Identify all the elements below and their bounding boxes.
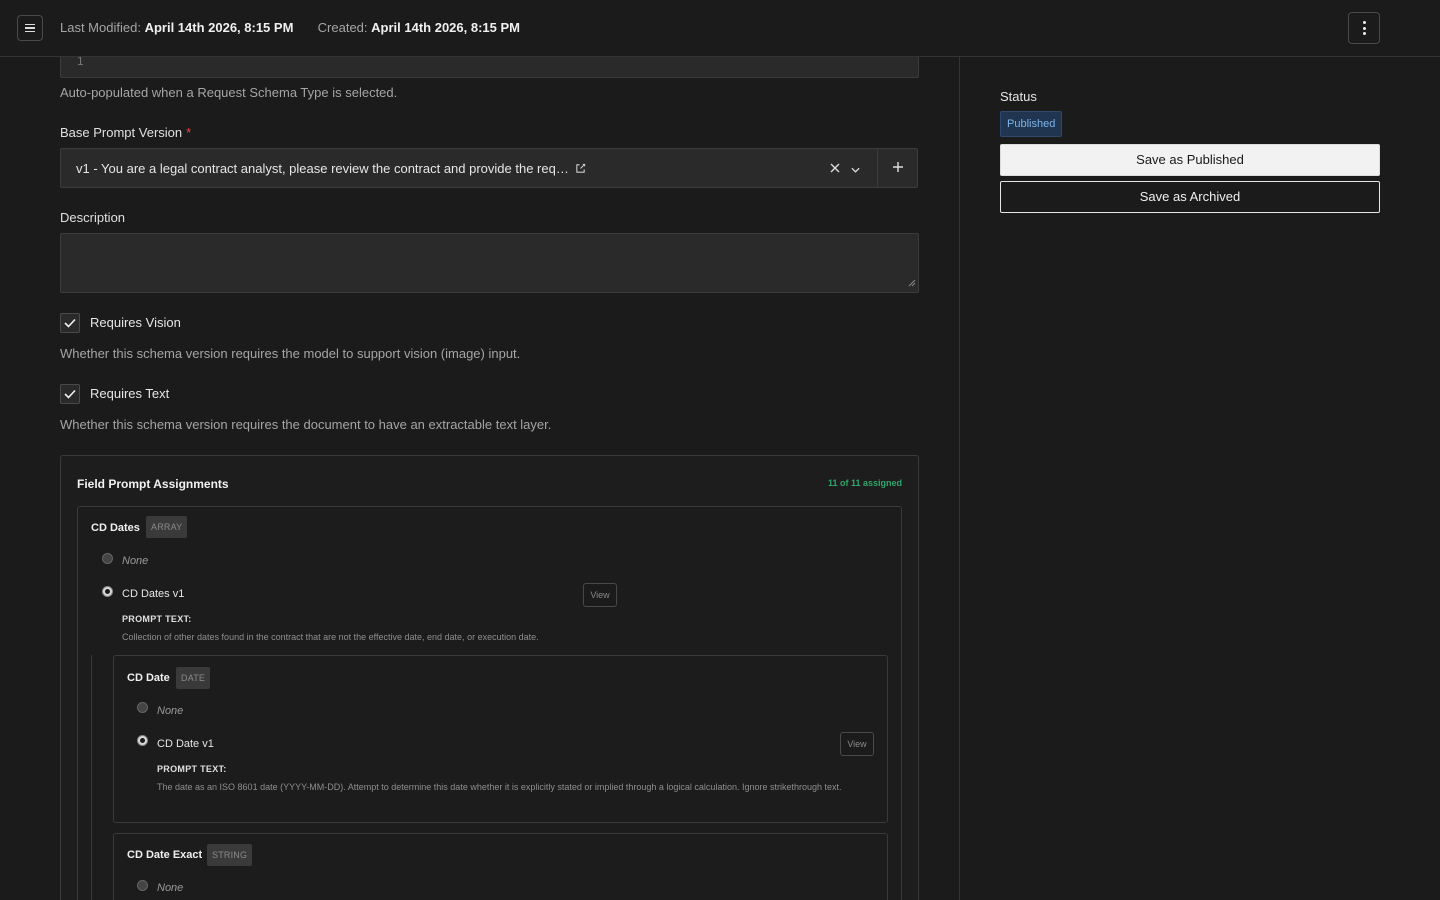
plus-icon <box>892 161 904 176</box>
field-name: CD Date <box>127 672 170 684</box>
resize-grip-icon[interactable] <box>908 275 916 290</box>
save-as-archived-button[interactable]: Save as Archived <box>1000 181 1380 213</box>
checkmark-icon <box>64 387 76 402</box>
save-as-published-button[interactable]: Save as Published <box>1000 144 1380 176</box>
status-badge: Published <box>1000 111 1063 137</box>
clear-icon[interactable] <box>829 162 841 177</box>
field-name: CD Date Exact <box>127 849 203 861</box>
radio-none[interactable] <box>137 702 148 713</box>
description-textarea[interactable] <box>60 233 919 293</box>
column-divider <box>959 57 960 900</box>
option-label[interactable]: CD Date v1 <box>157 738 214 750</box>
assignments-title: Field Prompt Assignments <box>77 477 229 491</box>
option-none-label[interactable]: None <box>122 555 148 567</box>
radio-none[interactable] <box>102 553 113 564</box>
add-prompt-button[interactable] <box>878 149 918 187</box>
hamburger-menu-icon[interactable] <box>17 15 43 41</box>
description-label: Description <box>60 210 126 225</box>
requires-text-label[interactable]: Requires Text <box>90 386 169 401</box>
radio-none[interactable] <box>137 880 148 891</box>
option-none-label[interactable]: None <box>157 882 183 894</box>
type-badge: ARRAY <box>146 516 188 538</box>
base-prompt-label: Base Prompt Version * <box>60 125 191 140</box>
top-bar: Last Modified: April 14th 2026, 8:15 PM … <box>0 0 1440 57</box>
option-label[interactable]: CD Dates v1 <box>122 588 184 600</box>
checkmark-icon <box>64 316 76 331</box>
status-label: Status <box>1000 89 1037 104</box>
radio-option-selected[interactable] <box>137 735 148 746</box>
field-name: CD Dates <box>91 522 140 534</box>
more-options-icon[interactable] <box>1348 12 1380 44</box>
requires-vision-helper: Whether this schema version requires the… <box>60 346 521 361</box>
view-button[interactable]: View <box>840 732 874 756</box>
prompt-text-label: PROMPT TEXT: <box>122 614 192 624</box>
required-indicator: * <box>186 125 192 140</box>
requires-vision-label[interactable]: Requires Vision <box>90 315 181 330</box>
last-modified-label: Last Modified: <box>60 20 141 35</box>
base-prompt-select-text: v1 - You are a legal contract analyst, p… <box>76 161 569 176</box>
option-none-label[interactable]: None <box>157 705 183 717</box>
prompt-text: The date as an ISO 8601 date (YYYY-MM-DD… <box>157 782 842 792</box>
requires-text-checkbox[interactable] <box>60 384 80 404</box>
timestamps: Last Modified: April 14th 2026, 8:15 PM … <box>60 20 520 35</box>
schema-version-helper: Auto-populated when a Request Schema Typ… <box>60 85 398 100</box>
field-card-cd-date <box>113 655 888 823</box>
assigned-count: 11 of 11 assigned <box>827 478 902 488</box>
type-badge: STRING <box>207 844 253 866</box>
requires-text-helper: Whether this schema version requires the… <box>60 417 552 432</box>
last-modified-value: April 14th 2026, 8:15 PM <box>144 20 294 35</box>
base-prompt-label-text: Base Prompt Version <box>60 125 183 140</box>
chevron-down-icon[interactable] <box>850 163 861 178</box>
created-label: Created: <box>317 20 368 35</box>
view-button[interactable]: View <box>583 583 617 607</box>
edit-icon[interactable] <box>575 162 586 177</box>
main-form: 1 Auto-populated when a Request Schema T… <box>0 0 959 900</box>
base-prompt-select-value: v1 - You are a legal contract analyst, p… <box>76 161 586 177</box>
nesting-line <box>91 655 92 900</box>
radio-option-selected[interactable] <box>102 586 113 597</box>
type-badge: DATE <box>176 667 211 689</box>
base-prompt-select[interactable]: v1 - You are a legal contract analyst, p… <box>60 148 918 188</box>
requires-vision-checkbox[interactable] <box>60 313 80 333</box>
prompt-text: Collection of other dates found in the c… <box>122 632 539 642</box>
created-value: April 14th 2026, 8:15 PM <box>371 20 520 35</box>
prompt-text-label: PROMPT TEXT: <box>157 764 227 774</box>
